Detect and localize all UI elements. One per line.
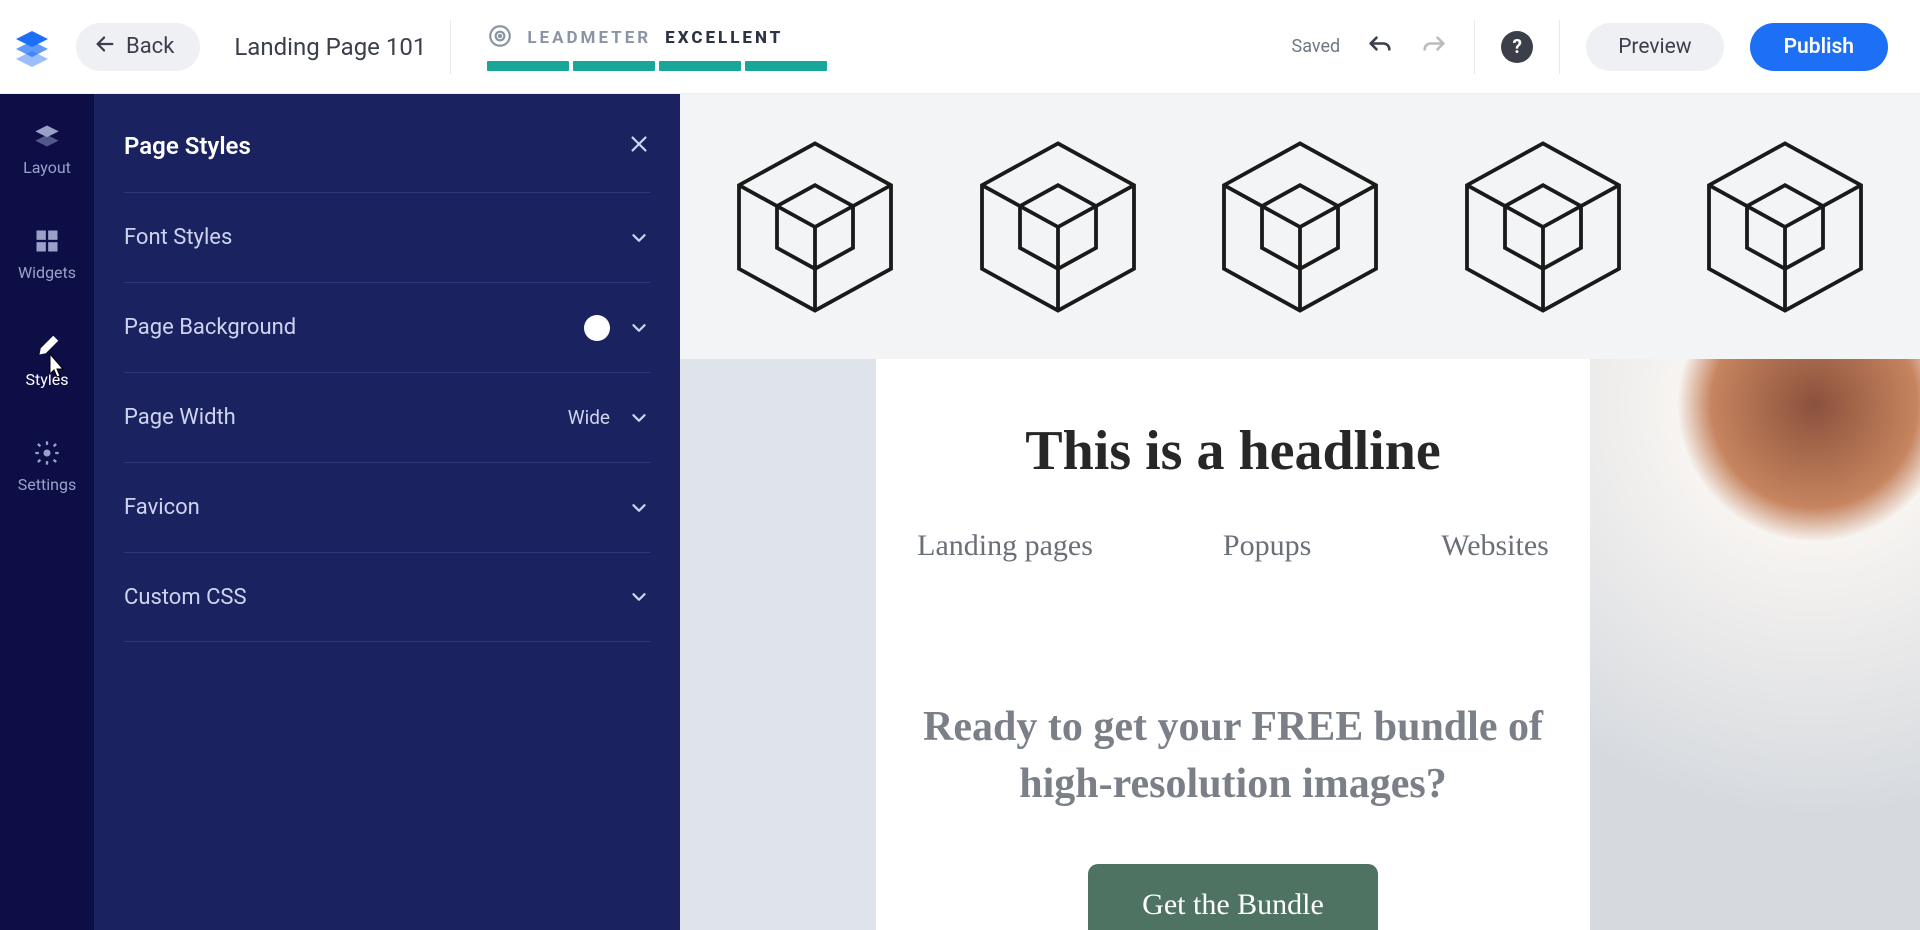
option-favicon[interactable]: Favicon bbox=[124, 462, 650, 552]
leadmeter-segment bbox=[573, 61, 655, 71]
rail-label: Widgets bbox=[18, 263, 76, 282]
rail-item-widgets[interactable]: Widgets bbox=[0, 221, 94, 288]
undo-button[interactable] bbox=[1366, 33, 1394, 61]
lead-text: Ready to get your FREE bundle of high-re… bbox=[876, 699, 1590, 812]
option-label: Favicon bbox=[124, 495, 200, 520]
tab-popups[interactable]: Popups bbox=[1223, 529, 1311, 563]
canvas: This is a headline Landing pages Popups … bbox=[680, 94, 1920, 930]
chevron-down-icon bbox=[628, 497, 650, 519]
rail-label: Styles bbox=[26, 370, 69, 389]
redo-button[interactable] bbox=[1420, 33, 1448, 61]
option-font-styles[interactable]: Font Styles bbox=[124, 192, 650, 282]
sidebar-rail: Layout Widgets Styles Settings bbox=[0, 94, 94, 930]
tab-websites[interactable]: Websites bbox=[1441, 529, 1549, 563]
topbar: Back Landing Page 101 LEADMETER EXCELLEN… bbox=[0, 0, 1920, 94]
saved-status: Saved bbox=[1292, 36, 1341, 57]
chevron-down-icon bbox=[628, 407, 650, 429]
status-group: Saved ? Preview Publish bbox=[1292, 20, 1888, 74]
preview-button[interactable]: Preview bbox=[1586, 23, 1723, 71]
rail-item-settings[interactable]: Settings bbox=[0, 433, 94, 500]
leadmeter: LEADMETER EXCELLENT bbox=[487, 23, 827, 71]
cta-button[interactable]: Get the Bundle bbox=[1088, 864, 1378, 930]
rail-label: Settings bbox=[18, 475, 76, 494]
option-label: Custom CSS bbox=[124, 585, 247, 610]
cube-icon bbox=[1205, 132, 1395, 322]
cube-icon bbox=[963, 132, 1153, 322]
arrow-left-icon bbox=[94, 33, 116, 61]
chevron-down-icon bbox=[628, 227, 650, 249]
leadmeter-label: LEADMETER bbox=[527, 28, 651, 48]
gear-icon bbox=[33, 439, 61, 467]
widgets-icon bbox=[33, 227, 61, 255]
undo-icon bbox=[1366, 33, 1394, 61]
cube-icon bbox=[720, 132, 910, 322]
divider bbox=[450, 20, 451, 74]
close-panel-button[interactable] bbox=[628, 133, 650, 159]
content-card: This is a headline Landing pages Popups … bbox=[876, 359, 1590, 930]
divider bbox=[1474, 20, 1475, 74]
redo-icon bbox=[1420, 33, 1448, 61]
headline: This is a headline bbox=[1025, 419, 1440, 483]
panel-title: Page Styles bbox=[124, 132, 251, 160]
cube-icon bbox=[1448, 132, 1638, 322]
chevron-down-icon bbox=[628, 586, 650, 608]
cube-icon bbox=[1690, 132, 1880, 322]
option-label: Page Background bbox=[124, 315, 296, 340]
back-label: Back bbox=[126, 34, 174, 59]
stage: This is a headline Landing pages Popups … bbox=[680, 359, 1920, 930]
leadmeter-segment bbox=[745, 61, 827, 71]
hero-image bbox=[1590, 359, 1920, 930]
option-page-background[interactable]: Page Background bbox=[124, 282, 650, 372]
brush-icon bbox=[32, 332, 62, 362]
rail-label: Layout bbox=[23, 158, 71, 177]
help-button[interactable]: ? bbox=[1501, 31, 1533, 63]
back-button[interactable]: Back bbox=[76, 23, 200, 71]
rail-item-layout[interactable]: Layout bbox=[0, 116, 94, 183]
tab-row: Landing pages Popups Websites bbox=[917, 529, 1549, 563]
stage-gutter bbox=[680, 359, 876, 930]
option-label: Font Styles bbox=[124, 225, 232, 250]
option-value: Wide bbox=[568, 406, 610, 429]
target-icon bbox=[487, 23, 513, 53]
page-title: Landing Page 101 bbox=[234, 33, 426, 61]
option-label: Page Width bbox=[124, 405, 236, 430]
divider bbox=[1559, 20, 1560, 74]
option-page-width[interactable]: Page Width Wide bbox=[124, 372, 650, 462]
styles-panel: Page Styles Font Styles Page Background … bbox=[94, 94, 680, 930]
leadmeter-segment bbox=[659, 61, 741, 71]
leadmeter-rating: EXCELLENT bbox=[665, 28, 783, 48]
chevron-down-icon bbox=[628, 317, 650, 339]
leadmeter-segment bbox=[487, 61, 569, 71]
layers-icon bbox=[33, 122, 61, 150]
close-icon bbox=[628, 133, 650, 155]
option-custom-css[interactable]: Custom CSS bbox=[124, 552, 650, 642]
tab-landing-pages[interactable]: Landing pages bbox=[917, 529, 1093, 563]
rail-item-styles[interactable]: Styles bbox=[0, 326, 94, 395]
color-swatch bbox=[584, 315, 610, 341]
app-logo-icon bbox=[12, 27, 52, 67]
leadmeter-bar bbox=[487, 61, 827, 71]
logo-strip bbox=[680, 94, 1920, 359]
publish-button[interactable]: Publish bbox=[1750, 23, 1888, 71]
